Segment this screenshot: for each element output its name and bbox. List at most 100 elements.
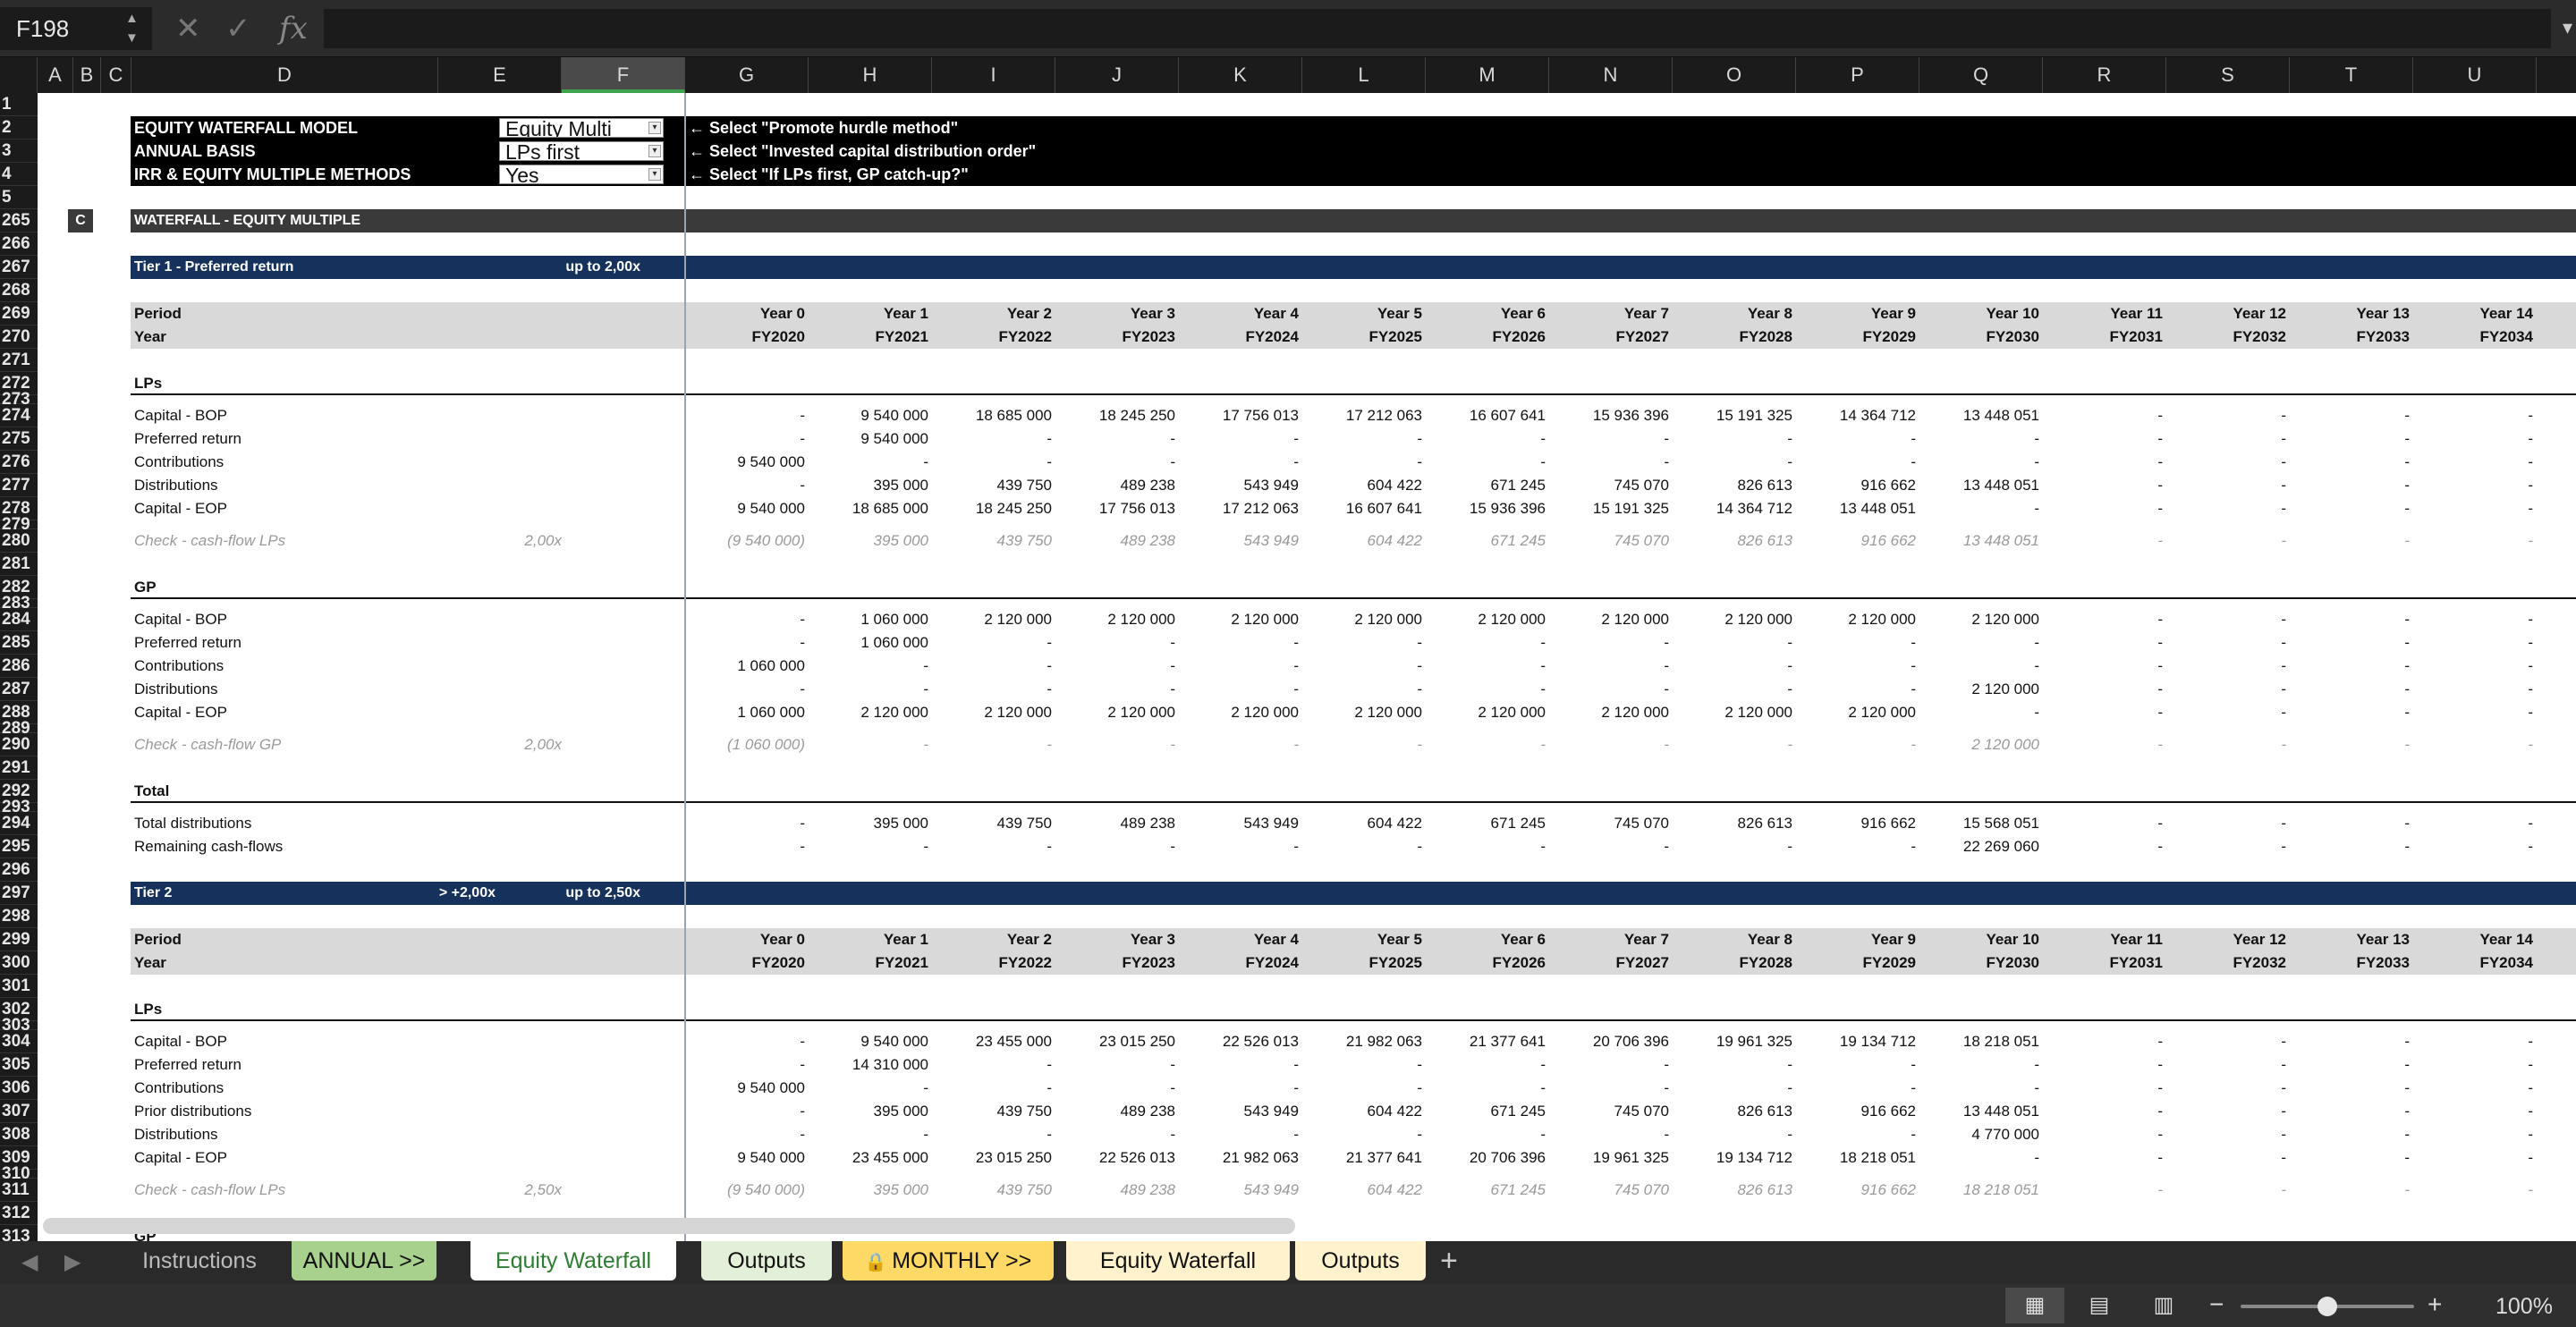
year-header[interactable]: Year 1 — [805, 928, 928, 951]
value-cell[interactable]: - — [2410, 1100, 2533, 1123]
expand-formula-icon[interactable]: ▾ — [2563, 16, 2572, 39]
row-label[interactable]: Preferred return — [131, 1053, 470, 1077]
value-cell[interactable]: 916 662 — [1792, 1179, 1916, 1202]
value-cell[interactable]: - — [682, 608, 805, 631]
fiscal-year-header[interactable]: FY2029 — [1792, 951, 1916, 975]
value-cell[interactable]: - — [2410, 451, 2533, 474]
value-cell[interactable]: 9 540 000 — [682, 451, 805, 474]
value-cell[interactable]: - — [2410, 474, 2533, 497]
check-label[interactable]: Check - cash-flow LPs — [131, 529, 470, 553]
value-cell[interactable]: 2 120 000 — [1669, 608, 1792, 631]
value-cell[interactable]: - — [1792, 427, 1916, 451]
row-header[interactable]: 277 — [0, 474, 38, 497]
value-cell[interactable]: 17 212 063 — [1175, 497, 1299, 520]
value-cell[interactable]: - — [2039, 1123, 2163, 1146]
row-header[interactable]: 311 — [0, 1179, 38, 1202]
value-cell[interactable]: - — [1052, 1123, 1175, 1146]
equity-multiple-cell[interactable]: 2,00x — [438, 733, 562, 756]
row-header[interactable]: 287 — [0, 678, 38, 701]
value-cell[interactable]: - — [2163, 1030, 2286, 1053]
value-cell[interactable]: 604 422 — [1299, 1179, 1422, 1202]
row-label[interactable]: Capital - EOP — [131, 497, 470, 520]
value-cell[interactable]: - — [2163, 1179, 2286, 1202]
value-cell[interactable]: - — [1669, 678, 1792, 701]
value-cell[interactable]: 15 191 325 — [1669, 404, 1792, 427]
column-header-i[interactable]: I — [932, 57, 1055, 93]
value-cell[interactable]: 604 422 — [1299, 474, 1422, 497]
value-cell[interactable]: 13 448 051 — [1916, 1100, 2039, 1123]
value-cell[interactable]: - — [928, 427, 1052, 451]
value-cell[interactable]: - — [2039, 451, 2163, 474]
value-cell[interactable]: - — [2039, 427, 2163, 451]
column-header-q[interactable]: Q — [1919, 57, 2043, 93]
year-header[interactable]: Year 4 — [1175, 302, 1299, 325]
value-cell[interactable]: - — [1792, 1077, 1916, 1100]
value-cell[interactable]: 745 070 — [1546, 1100, 1669, 1123]
value-cell[interactable]: - — [805, 451, 928, 474]
value-cell[interactable]: - — [928, 451, 1052, 474]
value-cell[interactable]: 489 238 — [1052, 1100, 1175, 1123]
row-header[interactable]: 301 — [0, 975, 38, 998]
row-header[interactable]: 1 — [0, 93, 38, 116]
value-cell[interactable]: - — [1052, 835, 1175, 858]
value-cell[interactable]: 9 540 000 — [805, 1030, 928, 1053]
group-heading[interactable]: GP — [131, 576, 2576, 599]
value-cell[interactable]: - — [2039, 1100, 2163, 1123]
check-label[interactable]: Check - cash-flow GP — [131, 733, 470, 756]
row-header[interactable]: 293 — [0, 799, 38, 816]
year-header[interactable]: Year 5 — [1299, 302, 1422, 325]
value-cell[interactable]: - — [2163, 701, 2286, 724]
value-cell[interactable]: - — [928, 1077, 1052, 1100]
value-cell[interactable]: 2 120 000 — [1175, 701, 1299, 724]
value-cell[interactable]: - — [928, 678, 1052, 701]
row-header[interactable]: 299 — [0, 928, 38, 951]
value-cell[interactable]: - — [1299, 733, 1422, 756]
value-cell[interactable]: - — [2286, 631, 2410, 655]
value-cell[interactable]: - — [2163, 404, 2286, 427]
page-layout-view-icon[interactable]: ▤ — [2070, 1288, 2129, 1323]
value-cell[interactable]: 21 377 641 — [1299, 1146, 1422, 1170]
value-cell[interactable]: 13 448 051 — [1792, 497, 1916, 520]
row-header[interactable]: 283 — [0, 595, 38, 612]
row-header[interactable]: 300 — [0, 951, 38, 975]
value-cell[interactable]: - — [1175, 1053, 1299, 1077]
row-label[interactable]: Capital - BOP — [131, 404, 470, 427]
row-header[interactable]: 298 — [0, 905, 38, 928]
row-header[interactable]: 273 — [0, 391, 38, 408]
value-cell[interactable]: - — [2410, 1053, 2533, 1077]
value-cell[interactable]: 18 685 000 — [805, 497, 928, 520]
value-cell[interactable]: - — [928, 631, 1052, 655]
fiscal-year-header[interactable]: FY2025 — [1299, 325, 1422, 349]
value-cell[interactable]: 2 120 000 — [1546, 608, 1669, 631]
year-header[interactable]: Year 14 — [2410, 928, 2533, 951]
value-cell[interactable]: 489 238 — [1052, 1179, 1175, 1202]
row-label[interactable]: Preferred return — [131, 427, 470, 451]
year-header[interactable]: Year 13 — [2286, 928, 2410, 951]
fiscal-year-header[interactable]: FY2022 — [928, 325, 1052, 349]
row-header[interactable]: 280 — [0, 529, 38, 553]
value-cell[interactable]: 826 613 — [1669, 474, 1792, 497]
year-header[interactable]: Year 0 — [682, 928, 805, 951]
value-cell[interactable]: 543 949 — [1175, 1179, 1299, 1202]
row-header[interactable]: 284 — [0, 608, 38, 631]
value-cell[interactable]: (9 540 000) — [682, 529, 805, 553]
value-cell[interactable]: 916 662 — [1792, 474, 1916, 497]
value-cell[interactable]: 395 000 — [805, 529, 928, 553]
column-header-c[interactable]: C — [101, 57, 131, 93]
zoom-level[interactable]: 100% — [2496, 1291, 2553, 1322]
value-cell[interactable]: - — [1299, 678, 1422, 701]
tier-lower-bound[interactable]: > +2,00x — [372, 882, 496, 905]
setting-dropdown[interactable]: LPs first ▾ — [499, 141, 664, 161]
chevron-down-icon[interactable]: ▾ — [648, 145, 661, 157]
value-cell[interactable]: - — [928, 835, 1052, 858]
year-label[interactable]: Year — [131, 325, 470, 349]
value-cell[interactable]: 15 936 396 — [1422, 497, 1546, 520]
value-cell[interactable]: 4 770 000 — [1916, 1123, 2039, 1146]
value-cell[interactable]: - — [2410, 497, 2533, 520]
value-cell[interactable]: - — [1669, 1053, 1792, 1077]
value-cell[interactable]: - — [1299, 1077, 1422, 1100]
value-cell[interactable]: - — [2039, 1077, 2163, 1100]
value-cell[interactable]: 395 000 — [805, 812, 928, 835]
row-label[interactable]: Distributions — [131, 678, 470, 701]
value-cell[interactable]: - — [2410, 1030, 2533, 1053]
